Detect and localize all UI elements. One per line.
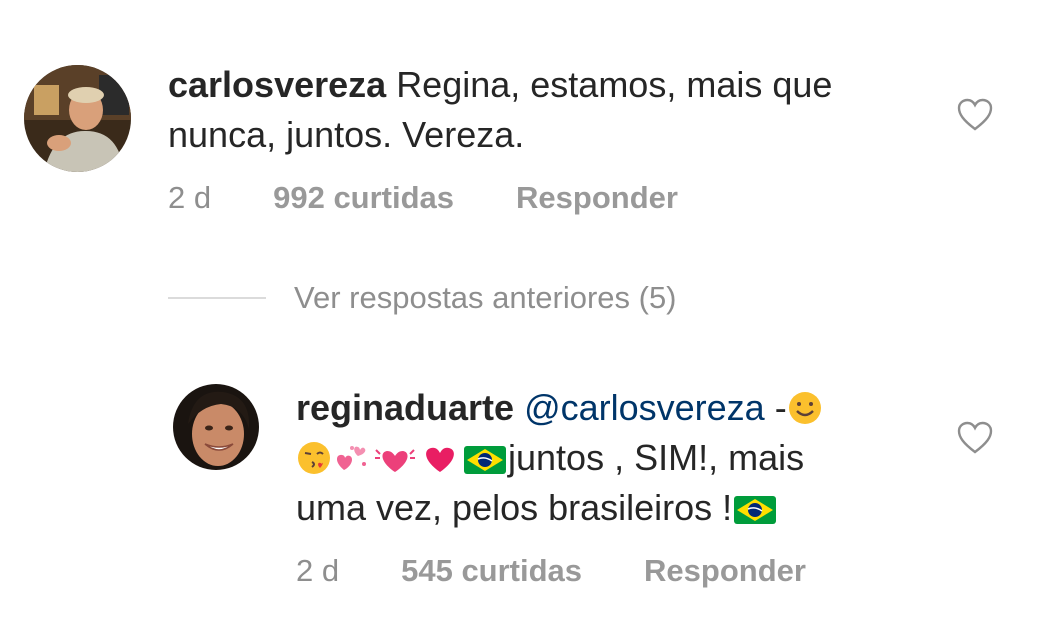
mention-link[interactable]: @carlosvereza bbox=[524, 387, 765, 428]
avatar-carlosvereza[interactable] bbox=[24, 65, 131, 172]
username[interactable]: reginaduarte bbox=[296, 387, 514, 428]
divider-line bbox=[168, 297, 266, 299]
likes-count[interactable]: 992 curtidas bbox=[273, 180, 454, 216]
sparkling-hearts-emoji bbox=[337, 446, 366, 470]
reply-button[interactable]: Responder bbox=[516, 180, 678, 216]
comment-meta: 2 d 545 curtidas Responder bbox=[296, 553, 806, 589]
comment-text-line2: juntos , SIM!, mais bbox=[508, 437, 805, 478]
brazil-flag-emoji bbox=[734, 496, 777, 524]
reply-button[interactable]: Responder bbox=[644, 553, 806, 589]
comment-text-line3: uma vez, pelos brasileiros ! bbox=[296, 487, 733, 528]
view-previous-label[interactable]: Ver respostas anteriores (5) bbox=[294, 280, 677, 316]
heart-outline-icon[interactable] bbox=[957, 421, 993, 455]
view-previous-replies[interactable]: Ver respostas anteriores (5) bbox=[168, 280, 677, 316]
timestamp: 2 d bbox=[168, 180, 212, 215]
kiss-emoji bbox=[298, 442, 330, 474]
dash: - bbox=[774, 387, 787, 428]
likes-count[interactable]: 545 curtidas bbox=[401, 553, 582, 589]
comment-meta: 2 d 992 curtidas Responder bbox=[168, 180, 678, 216]
avatar-reginaduarte[interactable] bbox=[173, 384, 259, 470]
comment-text-line1: Regina, estamos, mais que bbox=[396, 64, 833, 105]
comment-text-line2: nunca, juntos. Vereza. bbox=[168, 114, 525, 155]
red-heart-emoji bbox=[426, 447, 454, 472]
beating-heart-emoji bbox=[375, 449, 415, 472]
brazil-flag-emoji bbox=[464, 446, 506, 474]
timestamp: 2 d bbox=[296, 553, 340, 588]
comment-text: carlosvereza Regina, estamos, mais que n… bbox=[168, 60, 832, 160]
username[interactable]: carlosvereza bbox=[168, 64, 386, 105]
heart-outline-icon[interactable] bbox=[957, 98, 993, 132]
comment-text: reginaduarte @carlosvereza - juntos , SI… bbox=[296, 383, 823, 533]
smile-emoji bbox=[788, 392, 821, 424]
